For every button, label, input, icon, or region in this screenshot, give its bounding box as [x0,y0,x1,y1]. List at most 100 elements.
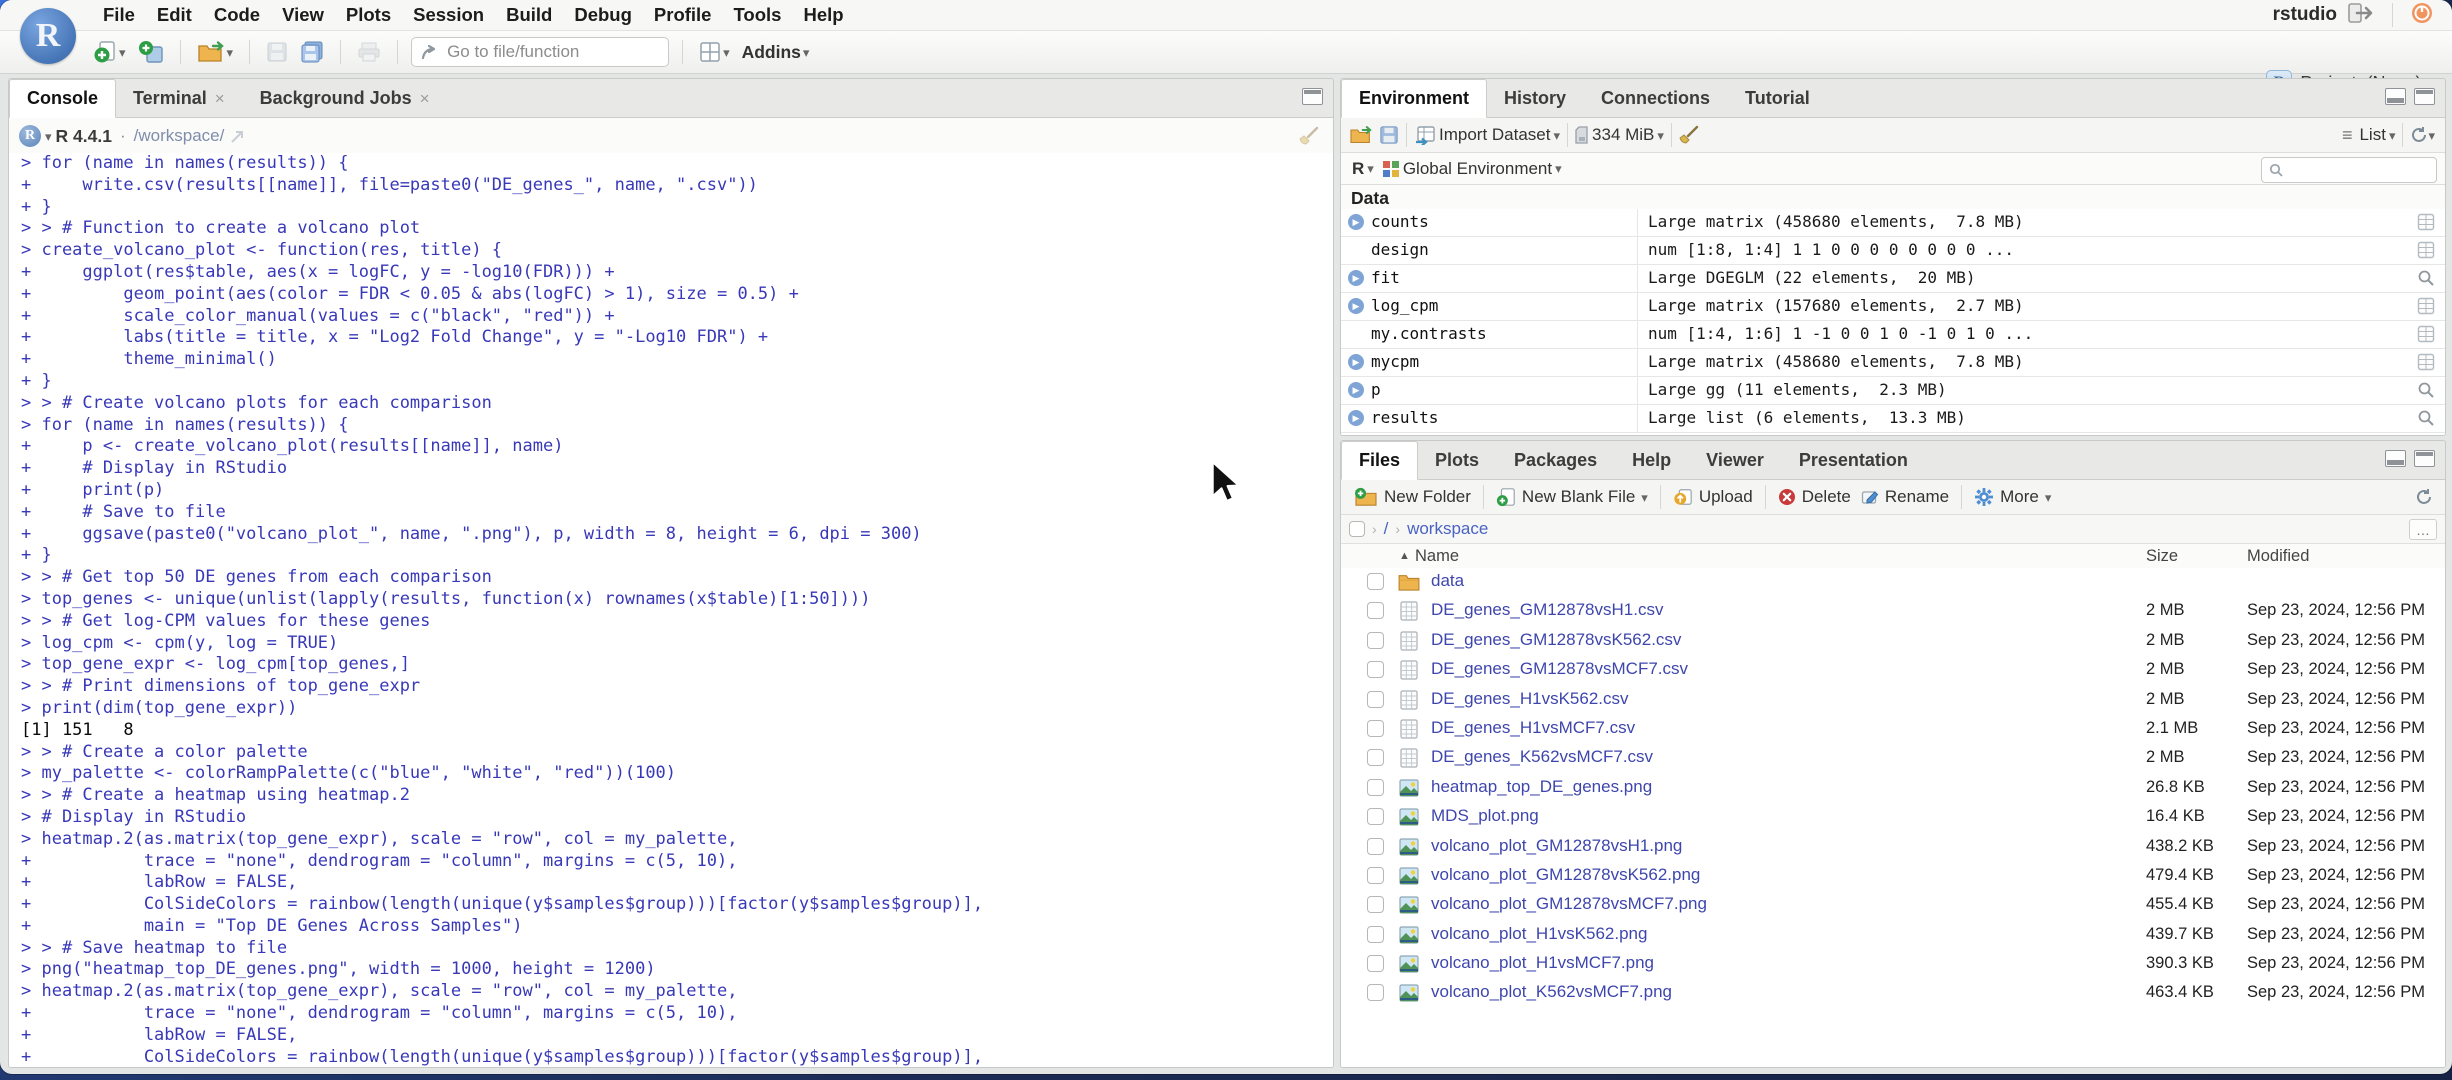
file-checkbox[interactable] [1367,631,1384,649]
file-checkbox[interactable] [1367,573,1384,590]
save-workspace-icon[interactable] [1379,125,1399,145]
file-name-link[interactable]: data [1431,571,1464,591]
breadcrumb-root[interactable]: / [1384,519,1389,539]
table-icon[interactable] [2417,325,2435,348]
language-selector[interactable]: R [1352,159,1364,179]
chevron-down-icon[interactable]: ▾ [723,46,730,59]
environment-object-row[interactable]: design num [1:8, 1:4] 1 1 0 0 0 0 0 0 0 … [1341,237,2445,265]
open-file-button[interactable]: ▾ [194,38,237,66]
menu-item[interactable]: Session [402,0,495,30]
chevron-down-icon[interactable]: ▾ [1554,129,1561,142]
console-tab[interactable]: Background Jobs × [243,80,448,117]
new-file-button[interactable]: ▾ [90,38,129,66]
file-name-link[interactable]: heatmap_top_DE_genes.png [1431,777,1652,797]
menu-item[interactable]: Build [495,0,563,30]
chevron-down-icon[interactable]: ▾ [119,46,126,59]
memory-usage-label[interactable]: 334 MiB [1592,125,1654,145]
file-name-link[interactable]: volcano_plot_H1vsK562.png [1431,924,1647,944]
file-row[interactable]: volcano_plot_K562vsMCF7.png 463.4 KB Sep… [1341,979,2445,1008]
working-directory[interactable]: /workspace/ [134,126,225,146]
table-icon[interactable] [2417,241,2435,264]
list-view-button[interactable]: List [2359,125,2385,145]
more-button[interactable]: More ▾ [1969,485,2056,509]
chevron-down-icon[interactable]: ▾ [227,46,234,59]
chevron-down-icon[interactable]: ▾ [45,130,52,143]
maximize-pane-icon[interactable] [2414,88,2435,105]
file-checkbox[interactable] [1367,925,1384,943]
view-directory-icon[interactable] [230,128,246,144]
minimize-pane-icon[interactable] [2385,88,2406,105]
environment-object-row[interactable]: ▶ log_cpm Large matrix (157680 elements,… [1341,293,2445,321]
file-row[interactable]: DE_genes_GM12878vsK562.csv 2 MB Sep 23, … [1341,627,2445,656]
clear-console-icon[interactable] [1299,126,1321,146]
sign-out-icon[interactable] [2347,2,2375,29]
files-tab[interactable]: Plots [1418,442,1497,479]
file-row[interactable]: volcano_plot_GM12878vsH1.png 438.2 KB Se… [1341,833,2445,862]
file-checkbox[interactable] [1367,661,1384,679]
menu-item[interactable]: Help [792,0,854,30]
environment-tab[interactable]: Tutorial [1728,80,1828,117]
file-checkbox[interactable] [1367,866,1384,884]
file-name-link[interactable]: DE_genes_K562vsMCF7.csv [1431,747,1653,767]
pane-layout-button[interactable]: ▾ [696,39,733,65]
chevron-down-icon[interactable]: ▾ [2389,129,2396,142]
clear-objects-icon[interactable] [1679,125,1701,145]
environment-tab[interactable]: Environment [1341,79,1488,118]
select-all-checkbox[interactable] [1349,521,1365,537]
upload-button[interactable]: Upload [1668,485,1758,509]
console-tab[interactable]: Console [9,79,117,118]
files-tab[interactable]: Help [1615,442,1689,479]
environment-object-row[interactable]: my.contrasts num [1:4, 1:6] 1 -1 0 0 1 0… [1341,321,2445,349]
import-dataset-button[interactable]: Import Dataset [1439,125,1551,145]
column-name[interactable]: Name [1415,547,1459,566]
file-name-link[interactable]: DE_genes_H1vsMCF7.csv [1431,718,1635,738]
close-icon[interactable]: × [420,89,430,109]
file-row[interactable]: DE_genes_GM12878vsMCF7.csv 2 MB Sep 23, … [1341,656,2445,685]
print-button[interactable] [354,39,384,65]
file-checkbox[interactable] [1367,955,1384,973]
file-name-link[interactable]: DE_genes_GM12878vsH1.csv [1431,600,1663,620]
file-checkbox[interactable] [1367,749,1384,767]
breadcrumb-workspace[interactable]: workspace [1407,519,1488,539]
new-blank-file-button[interactable]: New Blank File ▾ [1491,485,1653,509]
refresh-icon[interactable] [2410,126,2428,144]
environment-object-row[interactable]: ▶ mycpm Large matrix (458680 elements, 7… [1341,349,2445,377]
console-tab[interactable]: Terminal × [116,80,243,117]
file-name-link[interactable]: DE_genes_GM12878vsMCF7.csv [1431,659,1688,679]
file-checkbox[interactable] [1367,719,1384,737]
expand-icon[interactable]: ▶ [1348,298,1364,314]
file-name-link[interactable]: volcano_plot_GM12878vsK562.png [1431,865,1700,885]
addins-button[interactable]: Addins ▾ [739,40,813,65]
menu-item[interactable]: Edit [146,0,203,30]
menu-item[interactable]: View [271,0,335,30]
file-name-link[interactable]: volcano_plot_GM12878vsH1.png [1431,836,1682,856]
environment-tab[interactable]: History [1487,80,1584,117]
expand-icon[interactable]: ▶ [1348,382,1364,398]
chevron-down-icon[interactable]: ▾ [1555,162,1562,175]
close-icon[interactable]: × [215,89,225,109]
file-row[interactable]: volcano_plot_GM12878vsK562.png 479.4 KB … [1341,862,2445,891]
table-icon[interactable] [2417,213,2435,236]
files-tab[interactable]: Files [1341,441,1419,480]
console-output[interactable]: > for (name in names(results)) { + write… [9,153,1333,1067]
menu-item[interactable]: File [92,0,146,30]
environment-selector[interactable]: Global Environment [1403,159,1552,179]
file-row[interactable]: DE_genes_H1vsMCF7.csv 2.1 MB Sep 23, 202… [1341,715,2445,744]
file-name-link[interactable]: DE_genes_H1vsK562.csv [1431,689,1629,709]
environment-object-row[interactable]: ▶ fit Large DGEGLM (22 elements, 20 MB) [1341,265,2445,293]
files-tab[interactable]: Presentation [1782,442,1926,479]
quit-session-icon[interactable] [2410,1,2434,30]
environment-tab[interactable]: Connections [1584,80,1728,117]
file-row[interactable]: MDS_plot.png 16.4 KB Sep 23, 2024, 12:56… [1341,803,2445,832]
table-icon[interactable] [2417,297,2435,320]
minimize-pane-icon[interactable] [2385,450,2406,467]
column-size[interactable]: Size [2146,547,2178,566]
menu-item[interactable]: Plots [335,0,402,30]
rename-button[interactable]: Rename [1856,485,1954,509]
file-row[interactable]: volcano_plot_H1vsK562.png 439.7 KB Sep 2… [1341,921,2445,950]
file-name-link[interactable]: DE_genes_GM12878vsK562.csv [1431,630,1681,650]
new-folder-button[interactable]: New Folder [1349,485,1476,509]
refresh-icon[interactable] [2415,488,2433,506]
new-project-button[interactable] [135,38,167,66]
expand-icon[interactable]: ▶ [1348,270,1364,286]
